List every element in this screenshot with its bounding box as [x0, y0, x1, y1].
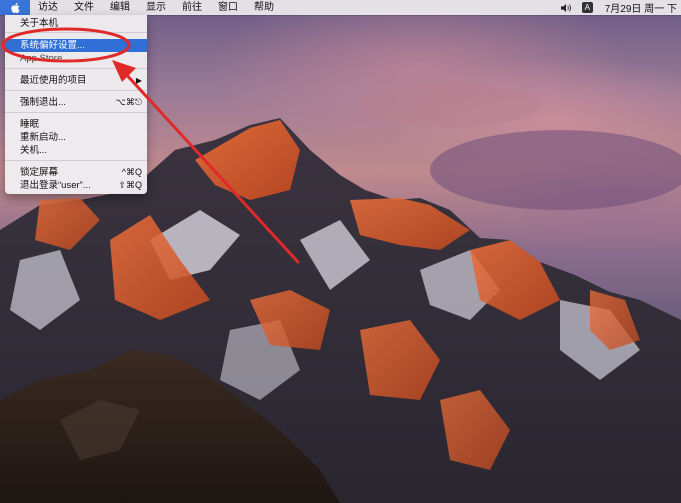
menubar-item-edit[interactable]: 编辑: [102, 0, 138, 15]
apple-menu-dropdown: 关于本机 系统偏好设置... App Store... 最近使用的项目 ▶ 强制…: [5, 15, 147, 194]
menu-item-recent-items[interactable]: 最近使用的项目 ▶: [5, 74, 147, 87]
menubar-clock[interactable]: 7月29日 周一 下: [605, 0, 677, 15]
menubar-item-finder[interactable]: 访达: [30, 0, 66, 15]
apple-icon: [11, 2, 20, 13]
menu-item-label: 系统偏好设置...: [20, 40, 85, 51]
menu-item-label: 强制退出...: [20, 97, 66, 108]
submenu-arrow-icon: ▶: [135, 76, 142, 85]
menubar-item-file[interactable]: 文件: [66, 0, 102, 15]
menu-separator: [5, 90, 147, 91]
menu-separator: [5, 112, 147, 113]
menu-item-lock-screen[interactable]: 锁定屏幕 ^⌘Q: [5, 166, 147, 179]
menu-bar: 访达 文件 编辑 显示 前往 窗口 帮助 A 7月29日 周一 下: [0, 0, 681, 15]
menu-item-restart[interactable]: 重新启动...: [5, 131, 147, 144]
menubar-item-window[interactable]: 窗口: [210, 0, 246, 15]
menu-item-label: 关于本机: [20, 18, 59, 29]
menu-item-system-preferences[interactable]: 系统偏好设置...: [5, 39, 147, 52]
menu-separator: [5, 68, 147, 69]
menu-item-label: 最近使用的项目: [20, 75, 87, 86]
menu-item-about-this-mac[interactable]: 关于本机: [5, 17, 147, 30]
menu-separator: [5, 160, 147, 161]
menu-item-shortcut: ⇧⌘Q: [118, 180, 142, 190]
menu-item-log-out[interactable]: 退出登录“user”... ⇧⌘Q: [5, 179, 147, 192]
menubar-item-view[interactable]: 显示: [138, 0, 174, 15]
speaker-icon[interactable]: [560, 3, 572, 13]
menu-item-label: 睡眠: [20, 119, 40, 130]
menubar-item-help[interactable]: 帮助: [246, 0, 282, 15]
menu-item-label: 退出登录“user”...: [20, 180, 91, 191]
menu-item-label: 锁定屏幕: [20, 167, 59, 178]
input-source-badge[interactable]: A: [581, 2, 593, 13]
desktop: 访达 文件 编辑 显示 前往 窗口 帮助 A 7月29日 周一 下 关于本机 系…: [0, 0, 681, 503]
menu-item-label: 关机...: [20, 145, 47, 156]
menu-item-app-store[interactable]: App Store...: [5, 52, 147, 65]
menu-item-force-quit[interactable]: 强制退出... ⌥⌘⎋: [5, 96, 147, 109]
status-area: A 7月29日 周一 下: [560, 0, 681, 15]
menu-item-shortcut: ^⌘Q: [121, 167, 142, 177]
menu-item-shut-down[interactable]: 关机...: [5, 144, 147, 157]
menu-item-sleep[interactable]: 睡眠: [5, 118, 147, 131]
menu-separator: [5, 32, 147, 33]
menu-item-shortcut: ⌥⌘⎋: [115, 97, 143, 107]
menubar-item-go[interactable]: 前往: [174, 0, 210, 15]
menu-item-label: 重新启动...: [20, 132, 66, 143]
menu-item-label: App Store...: [20, 53, 71, 64]
apple-menu-button[interactable]: [0, 0, 30, 15]
